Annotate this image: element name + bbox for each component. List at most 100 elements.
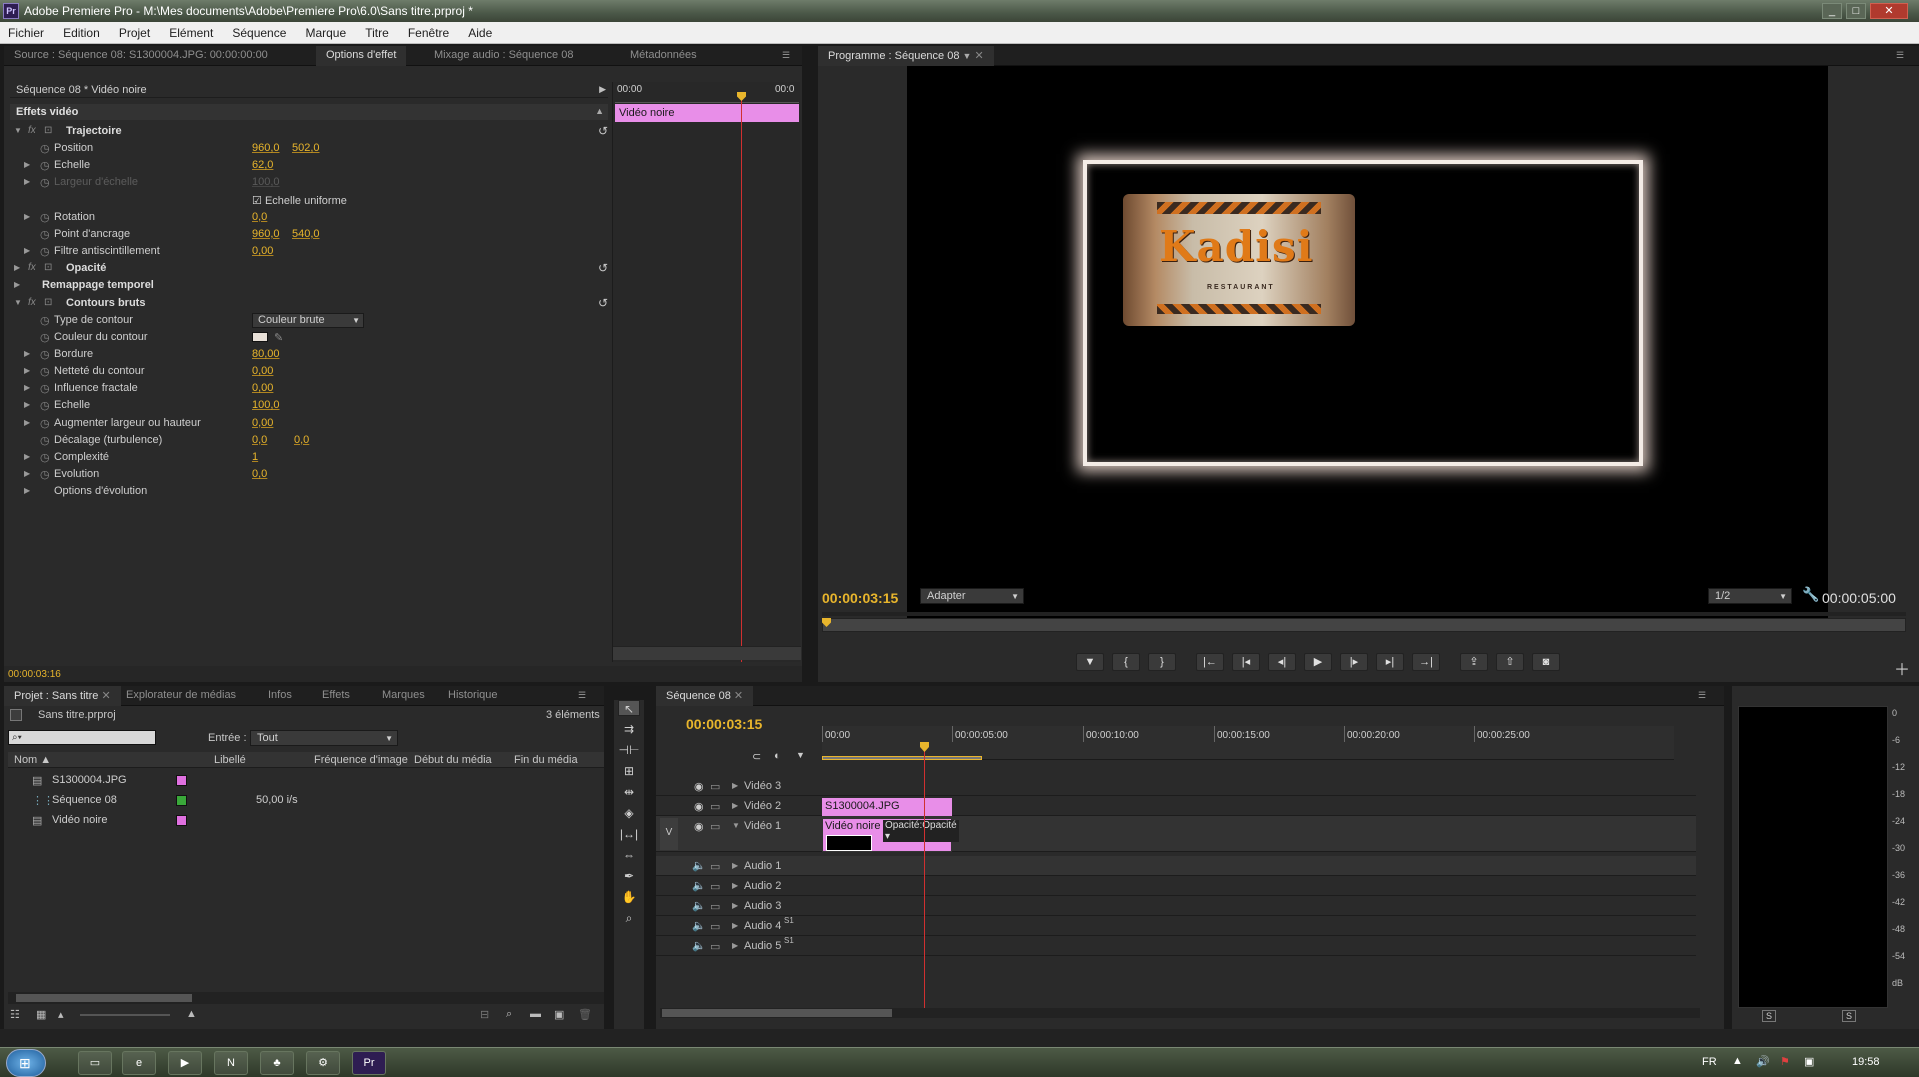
ie-taskbar-icon[interactable]: e: [122, 1051, 156, 1075]
col-media-end[interactable]: Fin du média: [514, 754, 578, 766]
tab-metadata[interactable]: Métadonnées: [620, 46, 707, 66]
list-view-icon[interactable]: ☷: [10, 1008, 20, 1021]
sequence-timecode[interactable]: 00:00:03:15: [686, 716, 762, 732]
effect-value-1[interactable]: 0,00: [252, 417, 273, 429]
collapse-icon[interactable]: ▲: [595, 106, 604, 116]
toggle-output-eye-icon[interactable]: ◉: [694, 780, 704, 793]
add-marker-icon[interactable]: ▼: [796, 750, 805, 760]
clip-s1300004[interactable]: S1300004.JPG: [822, 798, 952, 816]
program-scrub-bar[interactable]: [822, 618, 1906, 632]
explorer-taskbar-icon[interactable]: ▭: [78, 1051, 112, 1075]
toggle-sync-lock-icon[interactable]: ▭: [710, 820, 720, 833]
zoom-out-icon[interactable]: ▴: [58, 1008, 64, 1021]
twirl-closed-icon[interactable]: ▶: [24, 177, 30, 186]
norton-taskbar-icon[interactable]: N: [214, 1051, 248, 1075]
go-to-in-icon[interactable]: |←: [1196, 653, 1224, 671]
toggle-sync-lock-icon[interactable]: ▭: [710, 920, 720, 933]
col-framerate[interactable]: Fréquence d'image: [314, 754, 408, 766]
work-area-bar[interactable]: [822, 756, 982, 760]
twirl-closed-icon[interactable]: ▶: [24, 160, 30, 169]
menu-marque[interactable]: Marque: [297, 22, 354, 40]
tab-project[interactable]: Projet : Sans titre ✕: [4, 686, 121, 706]
new-bin-icon[interactable]: ▬: [530, 1008, 541, 1020]
project-h-scrollbar[interactable]: [8, 992, 604, 1004]
effect-value-1[interactable]: 0,00: [252, 382, 273, 394]
toggle-output-eye-icon[interactable]: ◉: [694, 820, 704, 833]
zoom-in-icon[interactable]: ▲: [186, 1008, 197, 1020]
media-taskbar-icon[interactable]: ▶: [168, 1051, 202, 1075]
ripple-edit-tool-icon[interactable]: ⊣⊢: [618, 742, 640, 758]
fit-dropdown[interactable]: Adapter ▼: [920, 588, 1024, 604]
twirl-closed-icon[interactable]: ▶: [732, 781, 738, 790]
menu-fenetre[interactable]: Fenêtre: [400, 22, 457, 40]
effect-value-1[interactable]: 62,0: [252, 159, 273, 171]
program-video-frame[interactable]: Kadisi RESTAURANT: [907, 66, 1828, 628]
twirl-closed-icon[interactable]: ▶: [24, 469, 30, 478]
menu-aide[interactable]: Aide: [460, 22, 500, 40]
twirl-closed-icon[interactable]: ▶: [14, 263, 20, 272]
chevron-down-icon[interactable]: ▼: [963, 51, 972, 61]
twirl-closed-icon[interactable]: ▶: [24, 383, 30, 392]
close-icon[interactable]: ✕: [101, 690, 110, 702]
twirl-closed-icon[interactable]: ▶: [24, 486, 30, 495]
automate-icon[interactable]: ⊟: [480, 1008, 489, 1021]
twirl-closed-icon[interactable]: ▶: [24, 400, 30, 409]
project-item[interactable]: ⋮⋮ Séquence 08 50,00 i/s: [8, 792, 588, 810]
contour-type-dropdown[interactable]: Couleur brute ▼: [252, 312, 364, 328]
clock[interactable]: 19:58: [1852, 1056, 1880, 1068]
checkbox-checked-icon[interactable]: ☑: [252, 195, 262, 207]
twirl-closed-icon[interactable]: ▶: [24, 418, 30, 427]
pen-tool-icon[interactable]: ✒: [618, 868, 640, 884]
stopwatch-icon[interactable]: ◷: [40, 417, 50, 430]
rate-stretch-tool-icon[interactable]: ⇹: [618, 784, 640, 800]
toggle-sync-lock-icon[interactable]: ▭: [710, 800, 720, 813]
zoom-slider[interactable]: [80, 1014, 170, 1016]
stopwatch-icon[interactable]: ◷: [40, 382, 50, 395]
snap-icon[interactable]: ⊂: [752, 750, 761, 763]
stopwatch-icon[interactable]: ◷: [40, 434, 50, 447]
tab-media-browser[interactable]: Explorateur de médias: [116, 686, 246, 706]
menu-sequence[interactable]: Séquence: [224, 22, 294, 40]
contour-color-swatch[interactable]: [252, 331, 268, 342]
twirl-closed-icon[interactable]: ▶: [732, 901, 738, 910]
reset-icon[interactable]: ↺: [598, 124, 608, 138]
scroll-thumb[interactable]: [662, 1009, 892, 1017]
tab-program[interactable]: Programme : Séquence 08 ▼ ✕: [818, 46, 994, 66]
step-forward-icon[interactable]: ▸|: [1376, 653, 1404, 671]
twirl-closed-icon[interactable]: ▶: [732, 881, 738, 890]
menu-fichier[interactable]: Fichier: [0, 22, 52, 40]
effect-value-2[interactable]: 540,0: [292, 228, 320, 240]
effect-value-1[interactable]: 0,0: [252, 434, 267, 446]
stopwatch-icon[interactable]: ◷: [40, 331, 50, 344]
speaker-icon[interactable]: 🔈: [692, 899, 706, 912]
stopwatch-icon[interactable]: ◷: [40, 314, 50, 327]
network-icon[interactable]: ▣: [1804, 1055, 1814, 1068]
stopwatch-icon[interactable]: ◷: [40, 228, 50, 241]
label-color-swatch[interactable]: [176, 815, 187, 826]
stopwatch-icon[interactable]: ◷: [40, 245, 50, 258]
uniform-scale-checkbox[interactable]: ☑ Echelle uniforme: [252, 194, 347, 207]
col-label[interactable]: Libellé: [214, 754, 246, 766]
tab-info[interactable]: Infos: [258, 686, 302, 706]
stopwatch-icon[interactable]: ◷: [40, 142, 50, 155]
toggle-sync-lock-icon[interactable]: ▭: [710, 900, 720, 913]
menu-projet[interactable]: Projet: [111, 22, 158, 40]
razor-tool-icon[interactable]: ◈: [618, 805, 640, 821]
twirl-open-icon[interactable]: ▼: [14, 298, 22, 307]
step-frame-forward-icon[interactable]: |▸: [1340, 653, 1368, 671]
toggle-sync-lock-icon[interactable]: ▭: [710, 860, 720, 873]
mini-tl-scrollbar[interactable]: [613, 646, 801, 660]
effect-value-1[interactable]: 100,0: [252, 399, 280, 411]
twirl-closed-icon[interactable]: ▶: [732, 921, 738, 930]
twirl-open-icon[interactable]: ▼: [732, 821, 740, 830]
new-item-icon[interactable]: ▣: [554, 1008, 564, 1021]
speaker-icon[interactable]: 🔈: [692, 859, 706, 872]
twirl-closed-icon[interactable]: ▶: [732, 941, 738, 950]
volume-icon[interactable]: 🔊: [1756, 1055, 1770, 1068]
tab-sequence[interactable]: Séquence 08 ✕: [656, 686, 754, 706]
twirl-closed-icon[interactable]: ▶: [732, 861, 738, 870]
action-center-icon[interactable]: ⚑: [1780, 1055, 1790, 1068]
twirl-closed-icon[interactable]: ▶: [24, 212, 30, 221]
add-button-icon[interactable]: ＋: [1894, 656, 1910, 680]
tab-effect-options[interactable]: Options d'effet: [316, 46, 407, 66]
